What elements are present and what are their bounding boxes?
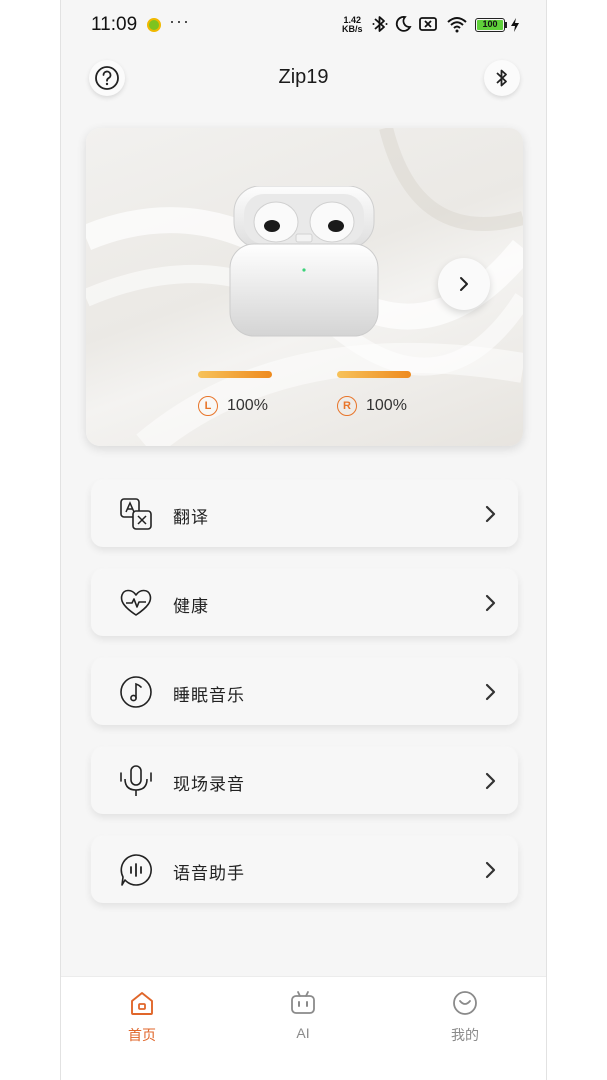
ai-robot-icon	[291, 991, 315, 1014]
menu-item-voice-assistant[interactable]: 语音助手	[91, 837, 518, 903]
battery-indicator: 100	[475, 18, 505, 32]
microphone-icon	[118, 763, 154, 799]
profile-face-icon	[453, 991, 477, 1015]
nav-tab-mine[interactable]: 我的	[425, 989, 505, 1045]
left-earbud-battery-bar	[198, 371, 272, 378]
left-earbud-icon: L	[198, 396, 218, 416]
chevron-right-icon	[485, 505, 496, 523]
bluetooth-status-icon	[372, 16, 388, 32]
do-not-disturb-moon-icon	[395, 16, 412, 32]
device-details-button[interactable]	[438, 258, 490, 310]
music-note-icon	[118, 674, 154, 710]
page-title: Zip19	[278, 66, 329, 88]
menu-item-label: 睡眠音乐	[173, 686, 245, 705]
home-icon	[131, 992, 153, 1015]
chevron-right-icon	[485, 772, 496, 790]
wifi-icon	[447, 17, 467, 33]
voice-assistant-icon	[118, 852, 154, 888]
status-time: 11:09	[91, 14, 138, 35]
left-earbud-battery: L 100%	[198, 396, 268, 416]
left-earbud-battery-value: 100%	[227, 397, 268, 414]
chevron-right-icon	[460, 277, 468, 291]
chevron-right-icon	[485, 683, 496, 701]
bluetooth-button[interactable]	[484, 60, 520, 96]
nav-tab-ai-label: AI	[296, 1025, 310, 1041]
right-earbud-icon: R	[337, 396, 357, 416]
battery-level: 100	[482, 19, 498, 29]
app-screen: 11:09 ··· 1.42 KB/s 100 Zip19 L 100% R 1…	[60, 0, 547, 1080]
network-speed-unit: KB/s	[342, 24, 363, 34]
nav-tab-home[interactable]: 首页	[102, 989, 182, 1045]
menu-item-label: 翻译	[173, 508, 209, 527]
nav-tab-home-label: 首页	[128, 1027, 156, 1043]
chevron-right-icon	[485, 861, 496, 879]
device-card[interactable]: L 100% R 100%	[86, 128, 523, 446]
chevron-right-icon	[485, 594, 496, 612]
status-bar: 11:09 ··· 1.42 KB/s 100	[61, 0, 546, 50]
charging-icon	[511, 18, 519, 32]
menu-item-live-recording[interactable]: 现场录音	[91, 748, 518, 814]
menu-item-label: 健康	[173, 597, 209, 616]
menu-item-translate[interactable]: 翻译	[91, 481, 518, 547]
nav-tab-mine-label: 我的	[451, 1027, 479, 1043]
translate-icon	[118, 496, 154, 532]
more-notifications-icon: ···	[169, 11, 190, 31]
network-speed: 1.42 KB/s	[342, 16, 363, 34]
menu-item-sleep-music[interactable]: 睡眠音乐	[91, 659, 518, 725]
bottom-navigation: 首页 AI 我的	[61, 976, 546, 1080]
app-notification-icon	[147, 18, 161, 32]
nav-tab-ai[interactable]: AI	[263, 989, 343, 1041]
right-earbud-battery-bar	[337, 371, 411, 378]
right-earbud-battery-value: 100%	[366, 397, 407, 414]
menu-item-label: 语音助手	[173, 864, 245, 883]
right-earbud-battery: R 100%	[337, 396, 407, 416]
heart-pulse-icon	[118, 585, 154, 621]
menu-item-health[interactable]: 健康	[91, 570, 518, 636]
menu-item-label: 现场录音	[173, 775, 245, 794]
bluetooth-icon	[496, 69, 507, 87]
no-sim-icon	[419, 17, 437, 31]
earbuds-case-image	[229, 186, 379, 337]
